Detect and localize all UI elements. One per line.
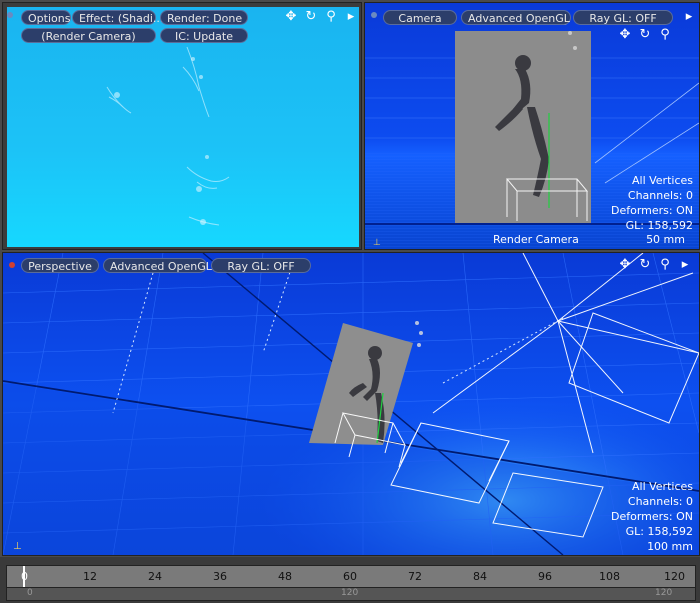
- focal-length-label: 50 mm: [646, 233, 685, 246]
- options-button[interactable]: Options: [21, 10, 71, 25]
- move-icon[interactable]: ✥: [283, 9, 299, 24]
- rotate-icon[interactable]: ↻: [637, 257, 653, 272]
- stat-gl: GL: 158,592: [625, 219, 693, 232]
- effect-dropdown[interactable]: Effect: (Shadi...: [72, 10, 163, 25]
- stat-deformers: Deformers: ON: [611, 510, 693, 523]
- timeline-tick: 84: [473, 570, 487, 583]
- expand-arrow-icon[interactable]: ▸: [343, 9, 359, 24]
- raygl-toggle[interactable]: Ray GL: OFF: [211, 258, 311, 273]
- camera-name-label: Render Camera: [493, 233, 579, 246]
- ic-update-button[interactable]: IC: Update: [160, 28, 248, 43]
- stat-channels: Channels: 0: [627, 495, 693, 508]
- rotate-icon[interactable]: ↻: [303, 9, 319, 24]
- viewport-stats: All Vertices Channels: 0 Deformers: ON G…: [611, 479, 693, 554]
- timeline-tick: 12: [83, 570, 97, 583]
- timeline-tick: 72: [408, 570, 422, 583]
- zoom-icon[interactable]: ⚲: [323, 9, 339, 24]
- timeline-tick: 0: [21, 570, 28, 583]
- viewport-stats: All Vertices Channels: 0 Deformers: ON G…: [611, 173, 693, 233]
- render-preview-viewport[interactable]: Options Effect: (Shadi... Render: Done (…: [2, 2, 362, 250]
- stat-gl: GL: 158,592: [625, 525, 693, 538]
- expand-arrow-icon[interactable]: ▸: [681, 9, 697, 24]
- stat-vertices: All Vertices: [631, 174, 693, 187]
- timeline-tick: 96: [538, 570, 552, 583]
- viewport-menu-dot[interactable]: [9, 262, 15, 268]
- axis-icon: ⊥: [373, 238, 381, 248]
- timeline-tick: 60: [343, 570, 357, 583]
- timeline-range-bar[interactable]: 0 120 120: [6, 587, 696, 601]
- zoom-icon[interactable]: ⚲: [657, 257, 673, 272]
- render-camera-dropdown[interactable]: (Render Camera): [21, 28, 156, 43]
- timeline-tick: 36: [213, 570, 227, 583]
- timeline-tick: 120: [664, 570, 685, 583]
- timeline-ruler[interactable]: 0 12 24 36 48 60 72 84 96 108 120: [6, 565, 696, 589]
- move-icon[interactable]: ✥: [617, 27, 633, 42]
- perspective-scene: ⊥: [3, 253, 699, 555]
- view-type-dropdown[interactable]: Perspective: [21, 258, 99, 273]
- opengl-dropdown[interactable]: Advanced OpenGL: [103, 258, 212, 273]
- rotate-icon[interactable]: ↻: [637, 27, 653, 42]
- viewport-menu-dot[interactable]: [371, 12, 377, 18]
- range-end-label: 120: [655, 588, 673, 598]
- timeline-tick: 108: [599, 570, 620, 583]
- timeline-panel[interactable]: 0 12 24 36 48 60 72 84 96 108 120 0 120 …: [0, 557, 700, 603]
- move-icon[interactable]: ✥: [617, 257, 633, 272]
- zoom-icon[interactable]: ⚲: [657, 27, 673, 42]
- focal-length-label: 100 mm: [647, 540, 693, 553]
- stat-vertices: All Vertices: [631, 480, 693, 493]
- perspective-viewport[interactable]: ⊥ Perspective Advanced OpenGL Ray GL: OF…: [2, 252, 700, 556]
- timeline-tick: 24: [148, 570, 162, 583]
- camera-dropdown[interactable]: Camera: [383, 10, 457, 25]
- stat-channels: Channels: 0: [627, 189, 693, 202]
- timeline-tick: 48: [278, 570, 292, 583]
- range-mid-label: 120: [341, 588, 359, 598]
- render-status-button[interactable]: Render: Done: [160, 10, 248, 25]
- opengl-dropdown[interactable]: Advanced OpenGL: [461, 10, 571, 25]
- stat-deformers: Deformers: ON: [611, 204, 693, 217]
- viewport-menu-dot[interactable]: [7, 12, 13, 18]
- raygl-toggle[interactable]: Ray GL: OFF: [573, 10, 673, 25]
- axis-icon: ⊥: [13, 541, 22, 552]
- expand-arrow-icon[interactable]: ▸: [677, 257, 693, 272]
- camera-viewport[interactable]: ⊥ Camera Advanced OpenGL Ray GL: OFF ✥ ↻…: [364, 2, 700, 250]
- range-start-label: 0: [27, 588, 33, 598]
